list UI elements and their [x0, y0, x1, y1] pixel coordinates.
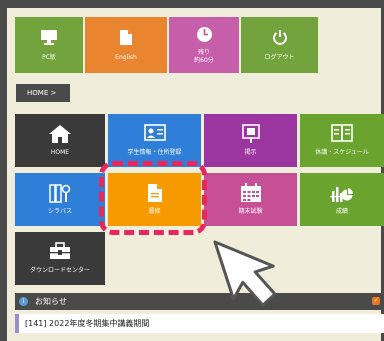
- news-title: お知らせ: [35, 297, 67, 306]
- logout-label: ログアウト: [264, 53, 295, 61]
- final-exam-label: 期末試験: [238, 208, 263, 215]
- remaining-time: 約60分: [194, 56, 214, 64]
- highlight-frame: [99, 161, 207, 235]
- power-icon: [272, 29, 288, 49]
- document-icon: [119, 29, 133, 49]
- chart-icon: [330, 183, 354, 203]
- pc-version-button[interactable]: PC版: [15, 17, 83, 73]
- board-icon: [241, 124, 261, 144]
- books-icon: [48, 183, 72, 203]
- notice-board-label: 掲示: [244, 149, 257, 156]
- pointer-cursor-icon: [213, 240, 277, 307]
- home-icon: [48, 124, 72, 144]
- id-card-icon: [143, 124, 166, 144]
- check-icon[interactable]: ✓: [372, 297, 380, 305]
- cancellation-schedule-tile[interactable]: 休講・スケジュール: [300, 114, 384, 167]
- grades-label: 成績: [335, 208, 348, 215]
- pc-version-label: PC版: [42, 53, 56, 61]
- notice-board-tile[interactable]: 掲示: [204, 114, 297, 167]
- remaining-label: 残り: [197, 48, 210, 56]
- home-tile[interactable]: HOME: [15, 114, 105, 167]
- window-frame-left: [0, 0, 7, 341]
- toolbox-icon: [49, 242, 71, 262]
- download-center-label: ダウンロードセンター: [29, 267, 90, 274]
- grades-tile[interactable]: 成績: [300, 173, 384, 226]
- session-remaining-tile: 残り 約60分: [169, 17, 239, 73]
- breadcrumb[interactable]: HOME >: [16, 84, 70, 102]
- monitor-icon: [40, 29, 58, 49]
- cancellation-schedule-label: 休講・スケジュール: [315, 149, 369, 156]
- info-icon: i: [19, 297, 28, 306]
- calendar-icon: [240, 183, 262, 203]
- student-info-tile[interactable]: 学生情報・住所登録: [108, 114, 201, 167]
- english-button[interactable]: English: [85, 17, 167, 73]
- book-icon: [331, 124, 353, 144]
- syllabus-label: シラバス: [48, 208, 72, 215]
- student-info-label: 学生情報・住所登録: [127, 149, 182, 156]
- logout-button[interactable]: ログアウト: [241, 17, 318, 73]
- download-center-tile[interactable]: ダウンロードセンター: [15, 232, 105, 285]
- home-tile-label: HOME: [50, 149, 70, 156]
- window-frame-top: [0, 0, 384, 8]
- english-label: English: [115, 53, 137, 61]
- final-exam-tile[interactable]: 期末試験: [204, 173, 297, 226]
- syllabus-tile[interactable]: シラバス: [15, 173, 105, 226]
- clock-icon: [196, 26, 213, 46]
